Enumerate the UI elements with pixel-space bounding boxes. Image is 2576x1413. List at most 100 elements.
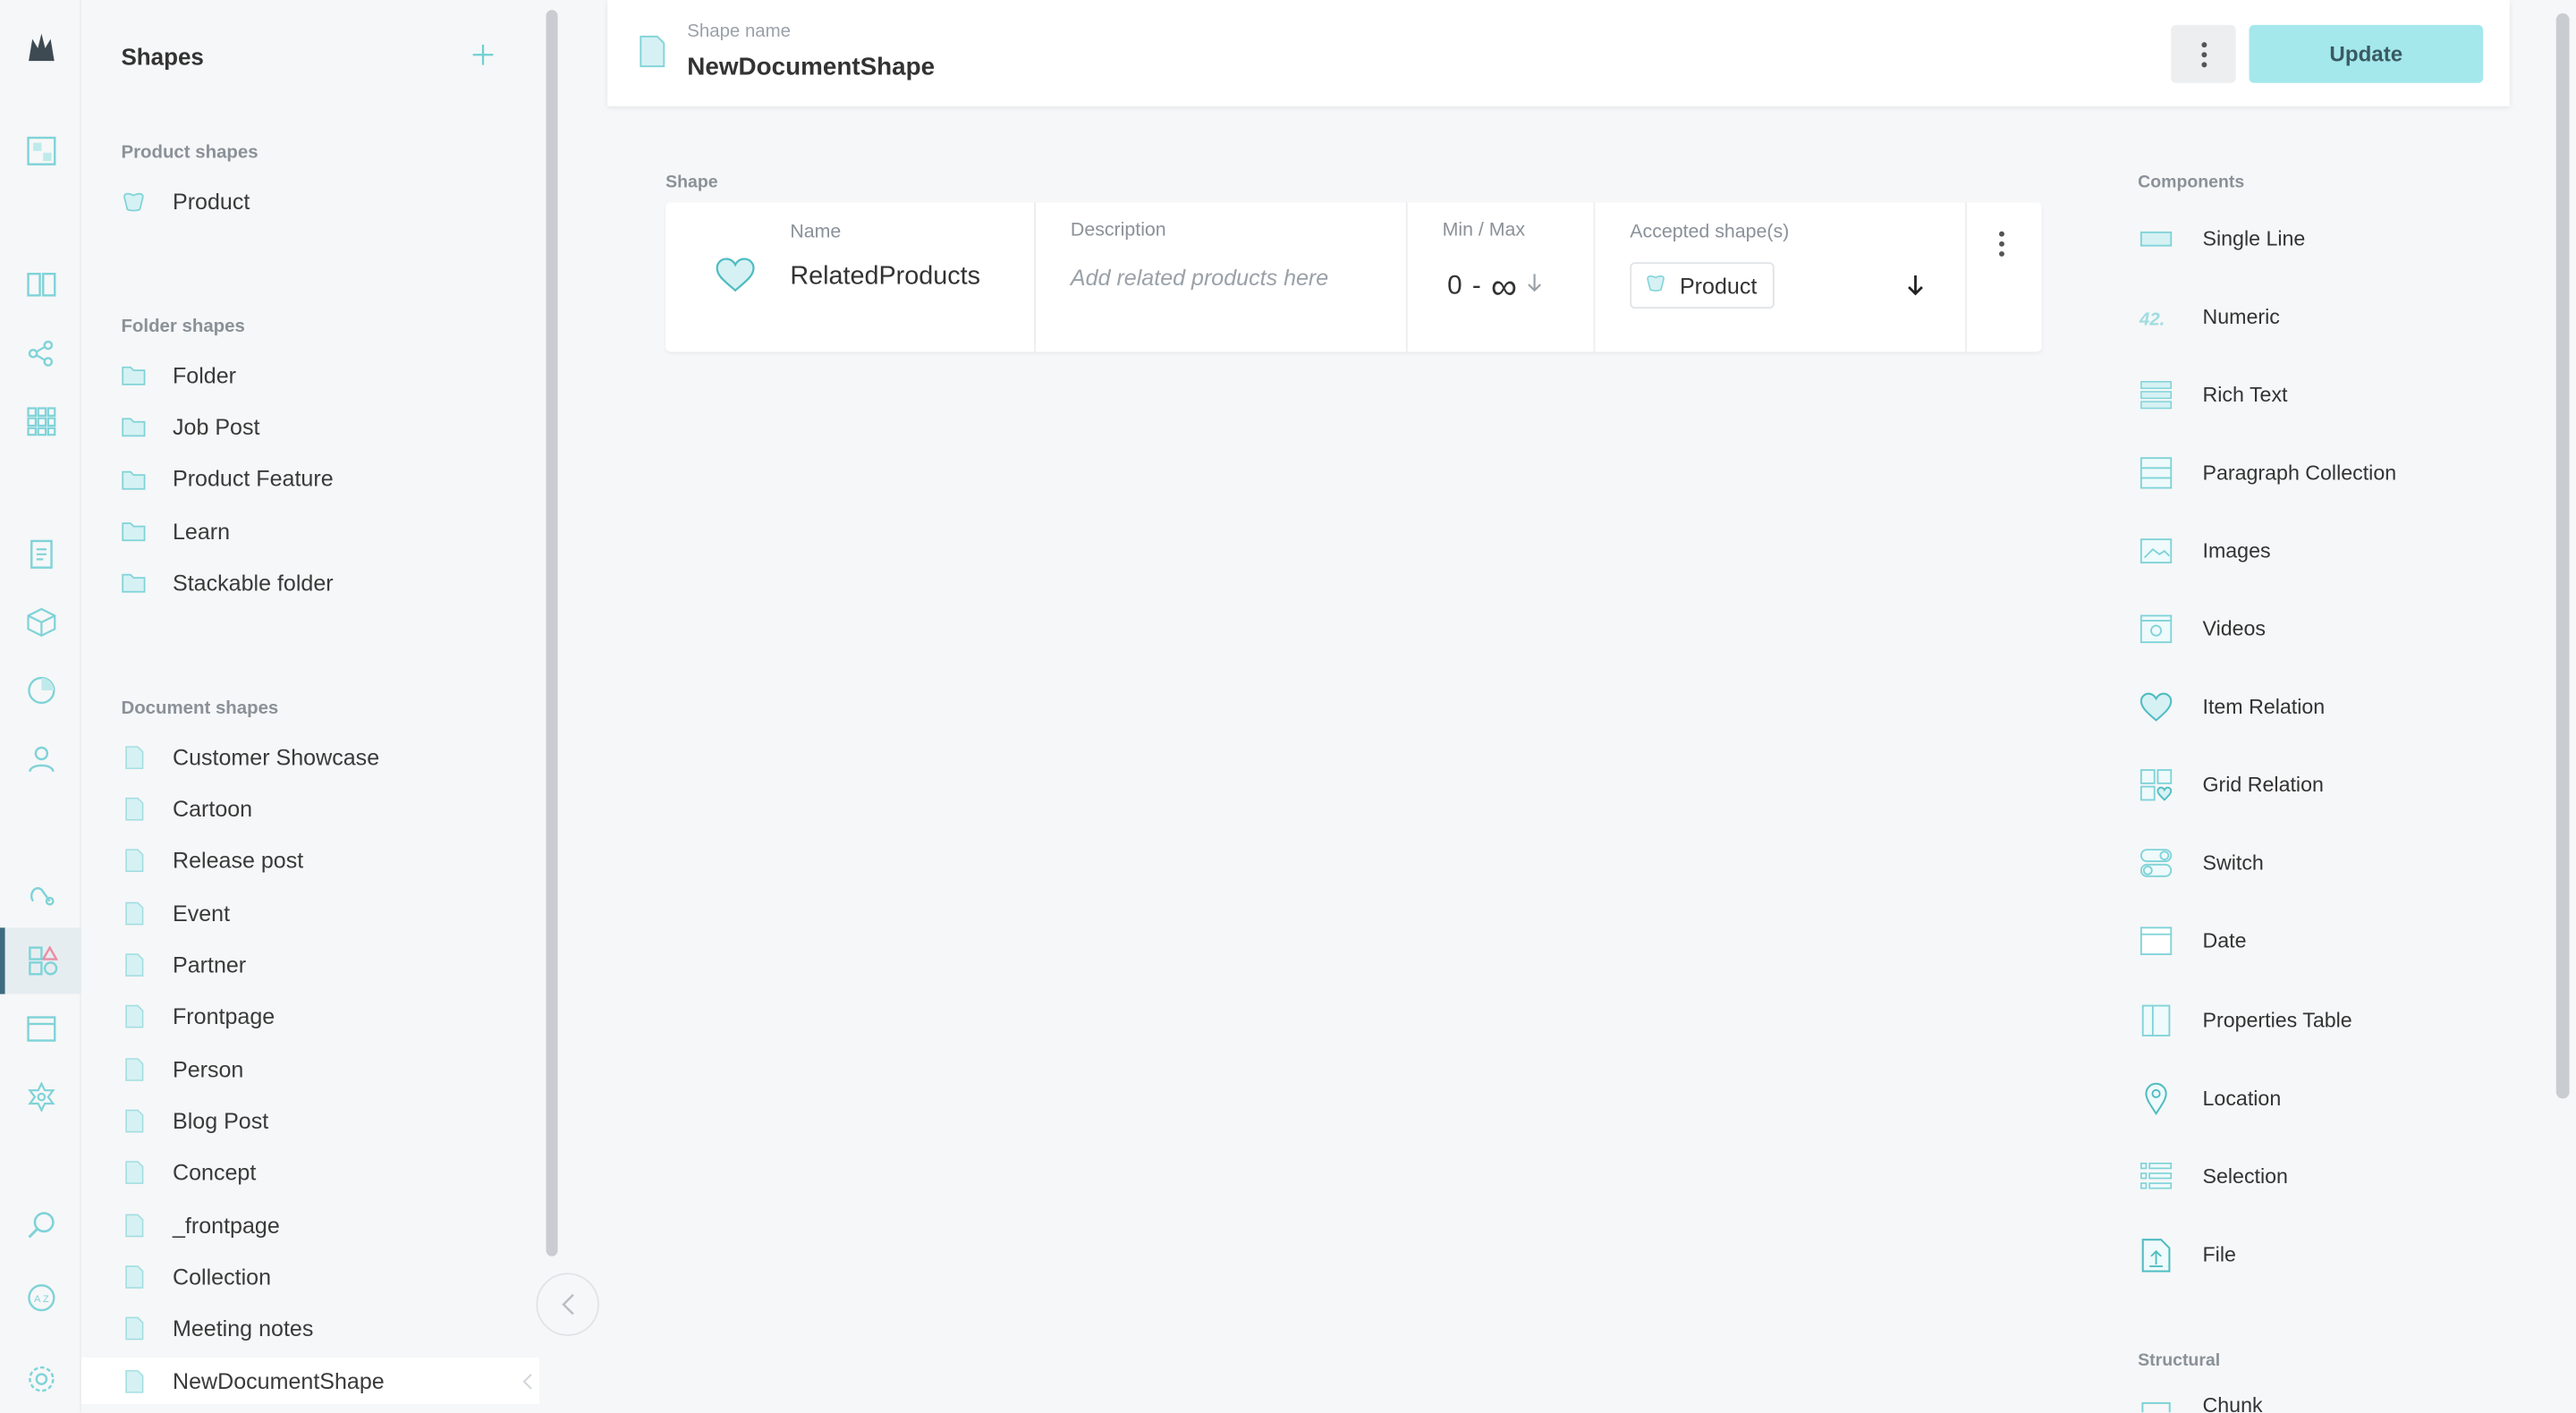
component-label: Selection xyxy=(2202,1163,2288,1188)
component-card: Name RelatedProducts Description Add rel… xyxy=(665,202,2042,352)
drag-handle-icon[interactable] xyxy=(521,1371,533,1396)
document-icon xyxy=(121,1368,146,1393)
shape-item[interactable]: Product Feature xyxy=(81,456,539,503)
component-images[interactable]: Images xyxy=(2138,531,2271,571)
selection-icon xyxy=(2138,1158,2174,1195)
switch-icon xyxy=(2138,845,2174,882)
shape-item[interactable]: _frontpage xyxy=(81,1202,539,1248)
component-item-relation[interactable]: Item Relation xyxy=(2138,688,2325,728)
component-label: Videos xyxy=(2202,617,2267,641)
shape-name-input[interactable]: NewDocumentShape xyxy=(687,53,935,81)
translations-icon[interactable]: A Z xyxy=(0,1271,81,1324)
component-date[interactable]: Date xyxy=(2138,922,2247,962)
shape-item[interactable]: Person xyxy=(81,1045,539,1092)
card-more-options-icon[interactable] xyxy=(1998,231,2004,266)
settings-network-icon[interactable] xyxy=(0,1070,81,1123)
document-shapes-heading: Document shapes xyxy=(121,698,279,719)
component-grid-relation[interactable]: Grid Relation xyxy=(2138,766,2324,806)
description-input[interactable]: Add related products here xyxy=(1071,266,1328,291)
shape-item[interactable]: Learn xyxy=(81,508,539,554)
component-file[interactable]: File xyxy=(2138,1234,2236,1274)
component-label: Paragraph Collection xyxy=(2202,461,2397,486)
structural-heading: Structural xyxy=(2138,1350,2221,1371)
add-shape-icon[interactable] xyxy=(470,43,496,70)
shape-item[interactable]: Event xyxy=(81,890,539,936)
document-icon xyxy=(121,1316,146,1341)
document-icon xyxy=(121,744,146,769)
description-cell: Description Add related products here xyxy=(1036,202,1408,352)
shapes-icon[interactable] xyxy=(0,927,81,994)
shape-item[interactable]: Partner xyxy=(81,942,539,988)
search-icon[interactable] xyxy=(0,1198,81,1251)
catalogue-icon[interactable] xyxy=(0,258,81,310)
component-single-line[interactable]: Single Line xyxy=(2138,219,2305,259)
shape-item[interactable]: Collection xyxy=(81,1254,539,1300)
panel-scrollbar[interactable] xyxy=(546,10,558,1256)
shape-item[interactable]: NewDocumentShape xyxy=(80,1358,540,1405)
products-icon[interactable] xyxy=(0,596,81,648)
component-label: Grid Relation xyxy=(2202,774,2324,798)
component-label: File xyxy=(2202,1242,2236,1266)
name-cell: Name RelatedProducts xyxy=(665,202,1036,352)
component-switch[interactable]: Switch xyxy=(2138,843,2264,884)
minmax-cell: Min / Max 0 - ∞ xyxy=(1408,202,1596,352)
orders-icon[interactable] xyxy=(0,528,81,580)
shape-item[interactable]: Blog Post xyxy=(81,1097,539,1144)
name-value[interactable]: RelatedProducts xyxy=(790,262,980,292)
date-icon xyxy=(2138,924,2174,960)
webhooks-icon[interactable] xyxy=(0,867,81,919)
document-icon xyxy=(121,1213,146,1238)
component-selection[interactable]: Selection xyxy=(2138,1156,2288,1197)
component-label: Chunk xyxy=(2202,1393,2263,1413)
shape-item-label: Collection xyxy=(172,1265,272,1290)
document-icon xyxy=(121,952,146,977)
accepted-shape-chip[interactable]: Product xyxy=(1630,262,1774,309)
document-icon xyxy=(121,849,146,874)
shape-item[interactable]: Stackable folder xyxy=(81,560,539,606)
subscriptions-icon[interactable] xyxy=(0,1003,81,1055)
rich-text-icon xyxy=(2138,377,2174,413)
accepted-shapes-cell: Accepted shape(s) Product xyxy=(1595,202,1968,352)
stats-icon[interactable] xyxy=(0,664,81,716)
shape-item[interactable]: Cartoon xyxy=(81,785,539,832)
svg-text:A Z: A Z xyxy=(33,1294,48,1305)
component-label: Location xyxy=(2202,1086,2282,1110)
images-icon xyxy=(2138,533,2174,570)
component-properties-table[interactable]: Properties Table xyxy=(2138,1000,2352,1040)
component-location[interactable]: Location xyxy=(2138,1078,2281,1118)
more-options-button[interactable] xyxy=(2171,24,2236,83)
sidebar-rail: A Z xyxy=(0,0,81,1413)
folder-icon xyxy=(121,415,146,440)
shape-item[interactable]: Release post xyxy=(81,838,539,884)
shape-item[interactable]: Concept xyxy=(81,1150,539,1197)
customers-icon[interactable] xyxy=(0,732,81,784)
folder-shapes-heading: Folder shapes xyxy=(121,317,245,337)
shape-item-label: _frontpage xyxy=(172,1212,280,1238)
settings-icon[interactable] xyxy=(0,1352,81,1405)
minmax-separator: - xyxy=(1471,272,1481,300)
component-rich-text[interactable]: Rich Text xyxy=(2138,376,2288,416)
shape-item-label: Folder xyxy=(172,362,237,388)
shape-item[interactable]: Customer Showcase xyxy=(81,733,539,780)
component-paragraph-collection[interactable]: Paragraph Collection xyxy=(2138,453,2396,494)
shape-item[interactable]: Product xyxy=(81,178,539,224)
accepted-dropdown-arrow-icon[interactable] xyxy=(1907,274,1924,305)
shape-item[interactable]: Job Post xyxy=(81,404,539,451)
collapse-panel-button[interactable] xyxy=(536,1273,599,1336)
grids-icon[interactable] xyxy=(0,395,81,448)
shape-item[interactable]: Meeting notes xyxy=(81,1306,539,1352)
shape-item-label: Learn xyxy=(172,518,231,544)
topics-icon[interactable] xyxy=(0,327,81,380)
component-videos[interactable]: Videos xyxy=(2138,610,2266,650)
logo-icon[interactable] xyxy=(0,20,81,76)
page-scrollbar[interactable] xyxy=(2555,13,2570,1099)
component-numeric[interactable]: 42. Numeric xyxy=(2138,297,2280,337)
minmax-value[interactable]: 0 - ∞ xyxy=(1447,266,1542,309)
dashboard-icon[interactable] xyxy=(0,124,81,177)
component-chunk[interactable]: Chunk xyxy=(2138,1393,2263,1413)
update-button[interactable]: Update xyxy=(2249,24,2484,83)
shape-header: Shape name NewDocumentShape Update xyxy=(607,0,2510,106)
shape-item[interactable]: Folder xyxy=(81,351,539,398)
shape-item[interactable]: Frontpage xyxy=(81,994,539,1040)
shape-item-label: Person xyxy=(172,1056,244,1082)
